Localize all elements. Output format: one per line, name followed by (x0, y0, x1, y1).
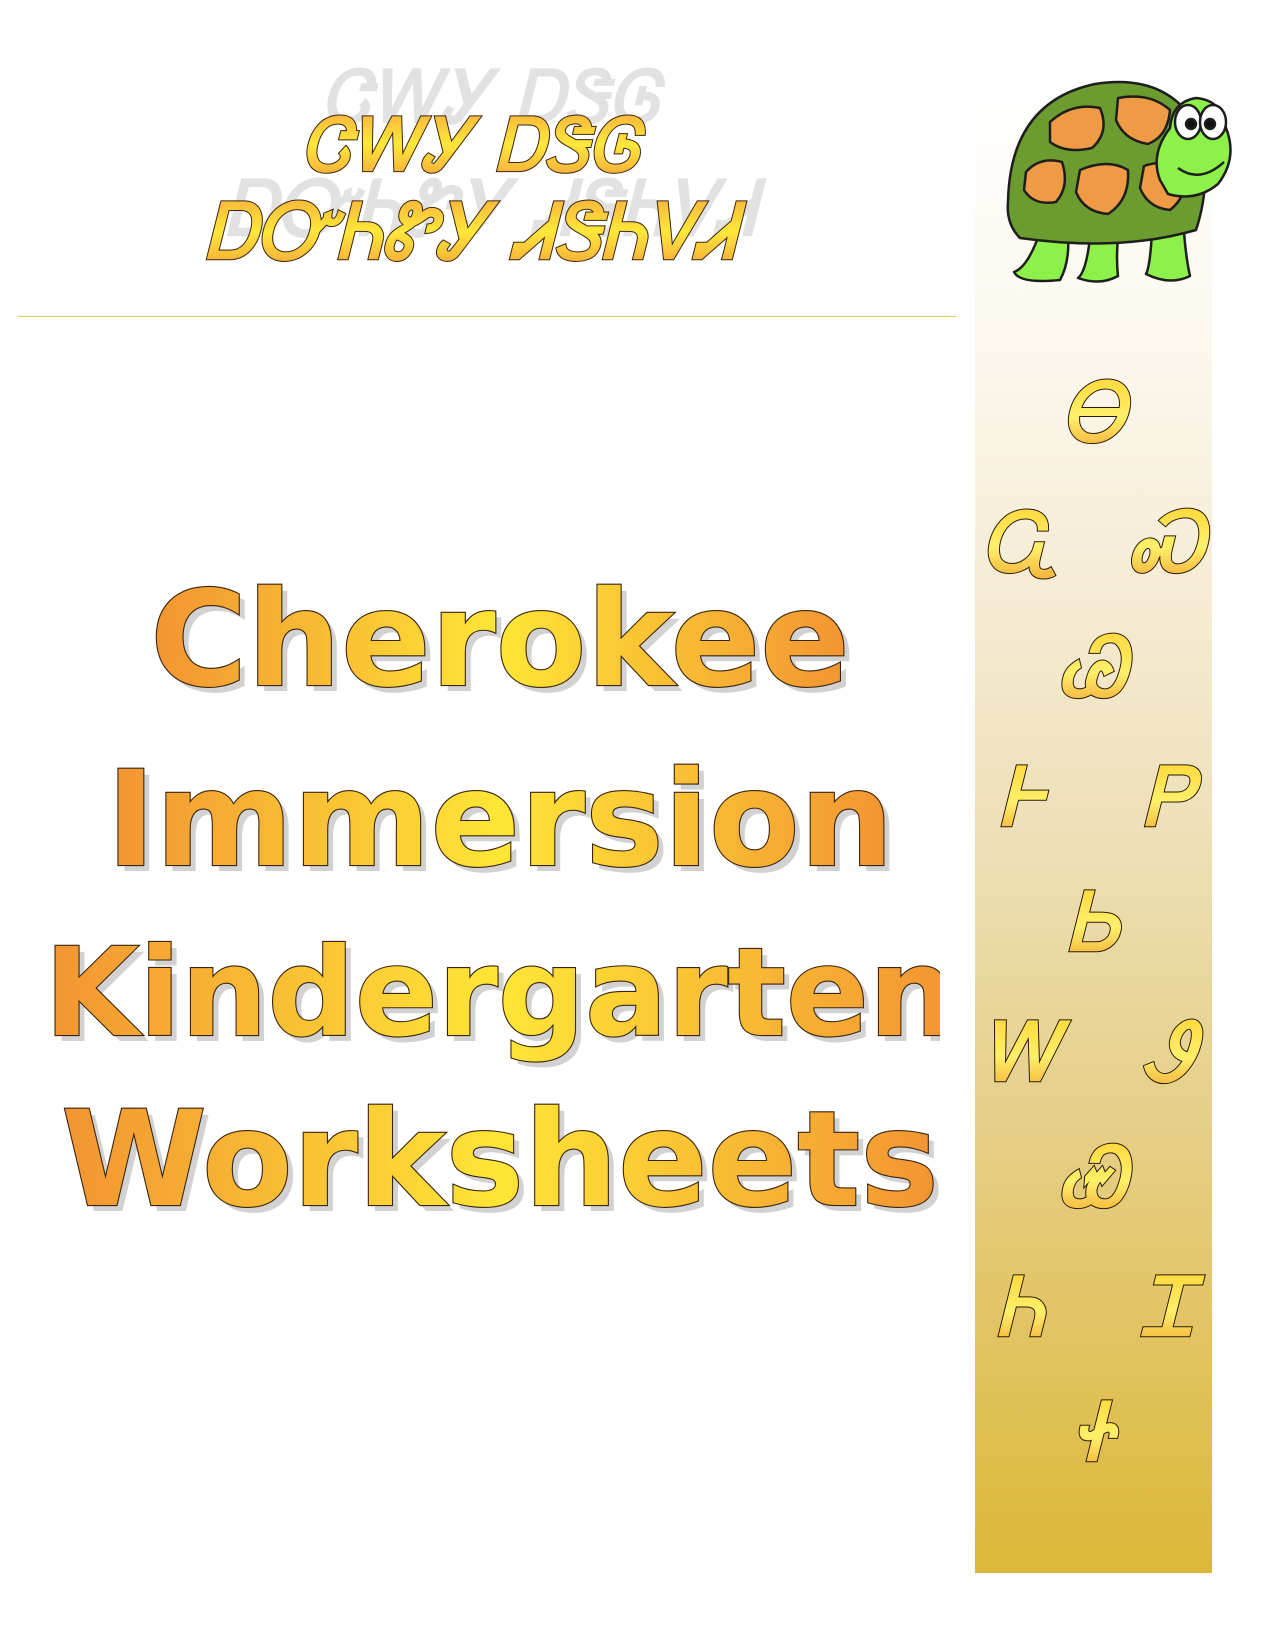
title-line3: Kindergarten (44, 922, 940, 1064)
title-line1: Cherokee (150, 563, 849, 717)
sidebar-glyph: Ꮽ (1142, 1005, 1204, 1099)
sidebar-glyph: Ꮝ (1130, 495, 1212, 589)
sidebar-glyph: Ꮖ (1141, 1260, 1205, 1354)
header-line2: ᎠᏅᏂᏑᎩ ᏗᏕᏂᏙᏗ (204, 187, 747, 276)
sidebar-glyph: Ꮠ (1073, 1385, 1120, 1479)
sidebar-glyph: Ꮟ (1067, 875, 1123, 969)
header-divider (18, 316, 956, 317)
sidebar-glyph: Ꮿ (1059, 1130, 1132, 1224)
main-title: Cherokee Immersion Kindergarten Workshee… (43, 562, 940, 1243)
glyph-column: Ꮎ Ꮹ Ꮝ Ꮚ Ꮀ Ꮲ Ꮟ Ꮃ Ꮽ Ꮿ Ꮒ Ꮖ Ꮠ (980, 364, 1212, 1480)
cherokee-header: ᏣᎳᎩ ᎠᏕᎶ ᎠᏅᏂᏑᎩ ᏗᏕᏂᏙᏗ ᏣᎳᎩ ᎠᏕᎶ ᎠᏅᏂᏑᎩ ᏗᏕᏂᏙᏗ (203, 60, 767, 277)
sidebar-glyph: Ꮲ (1142, 750, 1203, 844)
sidebar-glyph: Ꮀ (999, 750, 1049, 844)
title-line2: Immersion (106, 743, 893, 897)
sidebar-glyph: Ꮚ (1059, 620, 1132, 714)
sidebar-glyph: Ꮹ (982, 495, 1059, 589)
sidebar-glyph: Ꮎ (1062, 365, 1133, 459)
title-line4: Worksheets (61, 1083, 939, 1237)
turtle-icon (1006, 80, 1232, 283)
sidebar-glyph: Ꮒ (996, 1260, 1048, 1354)
sidebar-glyph: Ꮃ (981, 1005, 1071, 1099)
header-line1: ᏣᎳᎩ ᎠᏕᎶ (301, 102, 646, 187)
